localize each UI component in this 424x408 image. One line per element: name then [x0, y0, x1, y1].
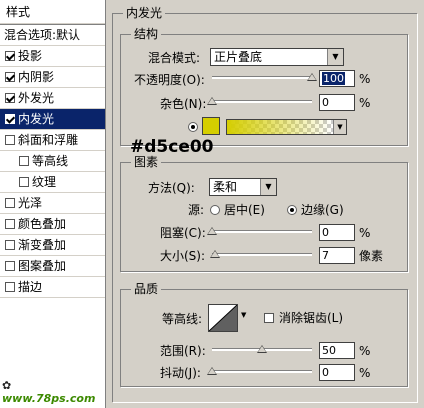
anti-alias-checkbox[interactable]	[264, 313, 274, 323]
style-checkbox[interactable]	[5, 51, 15, 61]
technique-select[interactable]: 柔和 ▼	[209, 178, 277, 196]
style-item-label: 内发光	[18, 112, 55, 126]
style-checkbox[interactable]	[5, 114, 15, 124]
opacity-label: 不透明度(O):	[134, 73, 205, 87]
style-item-label: 描边	[18, 280, 43, 294]
source-label: 源:	[188, 203, 205, 217]
choke-slider[interactable]	[212, 230, 312, 233]
noise-slider[interactable]	[212, 100, 312, 103]
choke-input[interactable]: 0	[319, 224, 355, 241]
style-item-label: 颜色叠加	[18, 217, 67, 231]
style-checkbox[interactable]	[5, 135, 15, 145]
style-item[interactable]: 渐变叠加	[0, 235, 105, 256]
style-item[interactable]: 外发光	[0, 88, 105, 109]
contour-preview-icon	[209, 305, 237, 331]
elements-title: 图素	[131, 155, 162, 169]
style-checkbox[interactable]	[5, 93, 15, 103]
style-item-label: 外发光	[18, 91, 55, 105]
choke-percent: %	[359, 226, 371, 240]
opacity-slider-thumb[interactable]	[307, 73, 317, 81]
range-slider-thumb[interactable]	[257, 345, 267, 353]
range-percent: %	[359, 344, 371, 358]
style-item-label: 内阴影	[18, 70, 55, 84]
noise-percent: %	[359, 96, 371, 110]
watermark-icon: ✿	[2, 379, 12, 392]
style-item[interactable]: 光泽	[0, 193, 105, 214]
style-item[interactable]: 图案叠加	[0, 256, 105, 277]
chevron-down-icon: ▼	[260, 179, 276, 195]
style-item-label: 斜面和浮雕	[18, 133, 79, 147]
style-item[interactable]: 内发光	[0, 109, 105, 130]
source-edge-radio[interactable]	[287, 205, 297, 215]
jitter-label: 抖动(J):	[160, 366, 201, 380]
style-item-label: 图案叠加	[18, 259, 67, 273]
jitter-input[interactable]: 0	[319, 364, 355, 381]
blend-mode-label: 混合模式:	[148, 51, 201, 65]
jitter-percent: %	[359, 366, 371, 380]
style-item-label: 光泽	[18, 196, 43, 210]
jitter-slider-thumb[interactable]	[207, 367, 217, 375]
chevron-down-icon: ▼	[327, 49, 343, 65]
styles-list: 样式 混合选项:默认 投影内阴影外发光内发光斜面和浮雕等高线纹理光泽颜色叠加渐变…	[0, 0, 106, 408]
noise-slider-thumb[interactable]	[207, 97, 217, 105]
style-checkbox[interactable]	[5, 240, 15, 250]
range-input[interactable]: 50	[319, 342, 355, 359]
style-checkbox[interactable]	[5, 72, 15, 82]
contour-label: 等高线:	[162, 312, 203, 326]
style-checkbox[interactable]	[5, 198, 15, 208]
noise-input[interactable]: 0	[319, 94, 355, 111]
gradient-picker[interactable]: ▼	[226, 119, 347, 135]
chevron-down-icon[interactable]: ▼	[333, 120, 346, 134]
style-item[interactable]: 纹理	[0, 172, 105, 193]
contour-picker[interactable]	[208, 304, 238, 332]
size-label: 大小(S):	[160, 249, 206, 263]
source-center-label[interactable]: 居中(E)	[224, 202, 265, 218]
style-item[interactable]: 等高线	[0, 151, 105, 172]
choke-label: 阻塞(C):	[160, 226, 206, 240]
style-checkbox[interactable]	[5, 219, 15, 229]
choke-slider-thumb[interactable]	[207, 227, 217, 235]
jitter-slider[interactable]	[212, 370, 312, 373]
anti-alias-label[interactable]: 消除锯齿(L)	[279, 310, 343, 326]
style-item[interactable]: 描边	[0, 277, 105, 298]
style-item[interactable]: 颜色叠加	[0, 214, 105, 235]
solid-color-radio[interactable]	[188, 122, 198, 132]
color-hex-annotation: #d5ce00	[130, 137, 214, 157]
watermark: ✿ www.78ps.com	[2, 379, 96, 405]
style-checkbox[interactable]	[19, 177, 29, 187]
blend-options-item[interactable]: 混合选项:默认	[0, 25, 105, 46]
size-slider-thumb[interactable]	[210, 250, 220, 258]
style-item[interactable]: 斜面和浮雕	[0, 130, 105, 151]
style-checkbox[interactable]	[5, 261, 15, 271]
source-edge-label[interactable]: 边缘(G)	[301, 202, 344, 218]
styles-title[interactable]: 样式	[0, 0, 105, 25]
size-input[interactable]: 7	[319, 247, 355, 264]
quality-title: 品质	[131, 282, 162, 296]
blend-mode-select[interactable]: 正片叠底 ▼	[210, 48, 344, 66]
style-checkbox[interactable]	[19, 156, 29, 166]
style-checkbox[interactable]	[5, 282, 15, 292]
structure-title: 结构	[131, 27, 162, 41]
opacity-slider[interactable]	[212, 76, 312, 79]
glow-color-swatch[interactable]	[202, 117, 220, 135]
style-item[interactable]: 投影	[0, 46, 105, 67]
technique-label: 方法(Q):	[148, 181, 195, 195]
style-item[interactable]: 内阴影	[0, 67, 105, 88]
source-center-radio[interactable]	[210, 205, 220, 215]
size-unit: 像素	[359, 249, 384, 263]
inner-glow-title: 内发光	[123, 6, 166, 20]
noise-label: 杂色(N):	[160, 97, 207, 111]
style-item-label: 等高线	[32, 154, 69, 168]
opacity-input[interactable]: 100	[319, 70, 355, 87]
style-item-label: 纹理	[32, 175, 57, 189]
opacity-percent: %	[359, 72, 371, 86]
range-label: 范围(R):	[160, 344, 206, 358]
size-slider[interactable]	[212, 253, 312, 256]
style-item-label: 渐变叠加	[18, 238, 67, 252]
chevron-down-icon[interactable]: ▼	[241, 311, 246, 319]
style-item-label: 投影	[18, 49, 43, 63]
